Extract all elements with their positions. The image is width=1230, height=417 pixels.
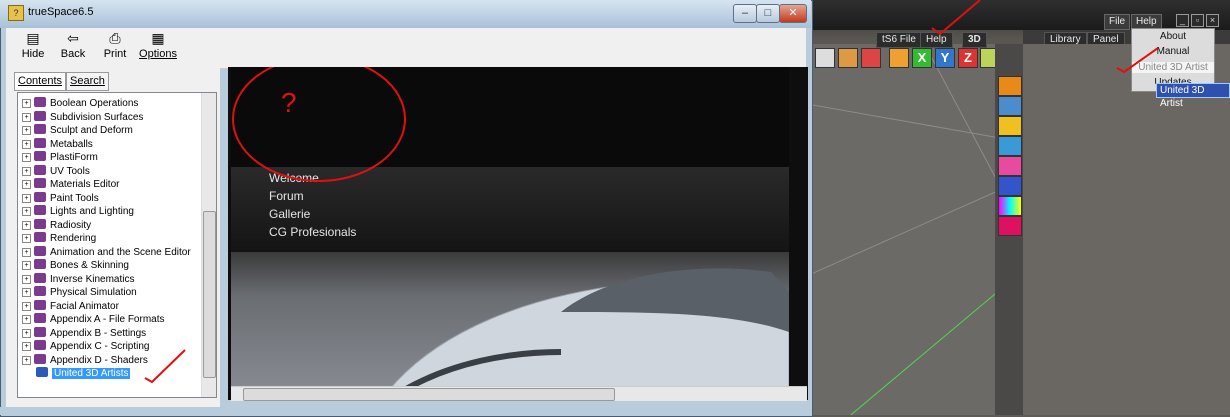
red-annotations [144,0,1159,384]
